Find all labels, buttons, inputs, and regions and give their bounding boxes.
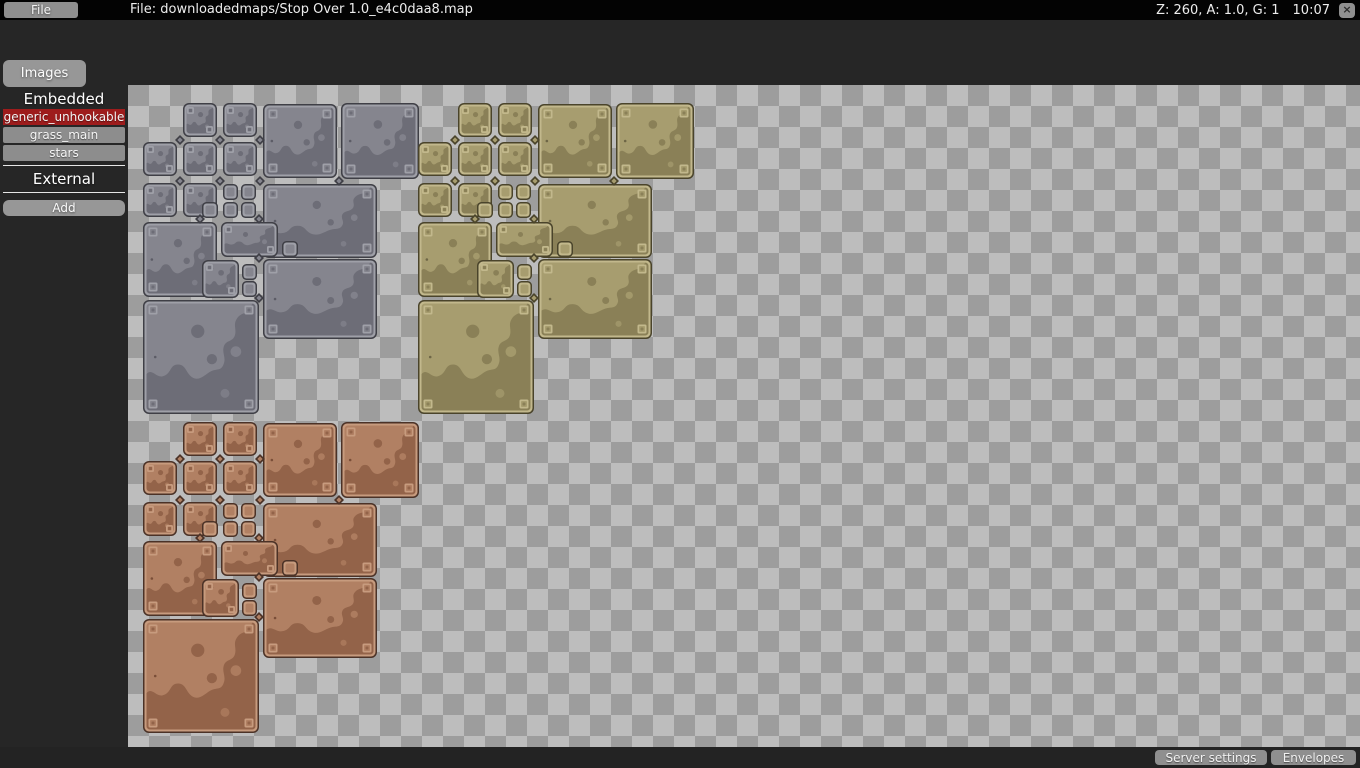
embedded-header: Embedded xyxy=(0,90,128,108)
sidebar-separator xyxy=(3,192,125,193)
map-file-title: File: downloadedmaps/Stop Over 1.0_e4c0d… xyxy=(130,0,473,20)
zoom-anim-grid-status: Z: 260, A: 1.0, G: 1 xyxy=(1156,3,1279,18)
bottom-bar: Server settings Envelopes xyxy=(0,747,1360,768)
close-icon[interactable]: × xyxy=(1339,3,1355,18)
sidebar-item-stars[interactable]: stars xyxy=(3,145,125,161)
tile-group-khaki xyxy=(418,103,694,414)
tab-images[interactable]: Images xyxy=(3,60,86,87)
sidebar-separator xyxy=(3,165,125,166)
top-menu-bar: File File: downloadedmaps/Stop Over 1.0_… xyxy=(0,0,1360,20)
sidebar-item-grass-main[interactable]: grass_main xyxy=(3,127,125,143)
clock: 10:07 xyxy=(1293,3,1330,18)
file-menu-button[interactable]: File xyxy=(4,2,78,18)
server-settings-button[interactable]: Server settings xyxy=(1155,750,1267,765)
external-header: External xyxy=(0,170,128,188)
add-image-button[interactable]: Add xyxy=(3,200,125,216)
tileset-preview-svg xyxy=(128,85,1360,747)
tileset-preview-area[interactable] xyxy=(128,85,1360,747)
sidebar-item-generic-unhookable[interactable]: generic_unhookable xyxy=(3,109,125,125)
topbar-right-group: Z: 260, A: 1.0, G: 1 10:07 × xyxy=(1156,0,1355,20)
tile-group-grey xyxy=(143,103,419,414)
envelopes-button[interactable]: Envelopes xyxy=(1271,750,1356,765)
tile-group-brown xyxy=(143,422,419,733)
